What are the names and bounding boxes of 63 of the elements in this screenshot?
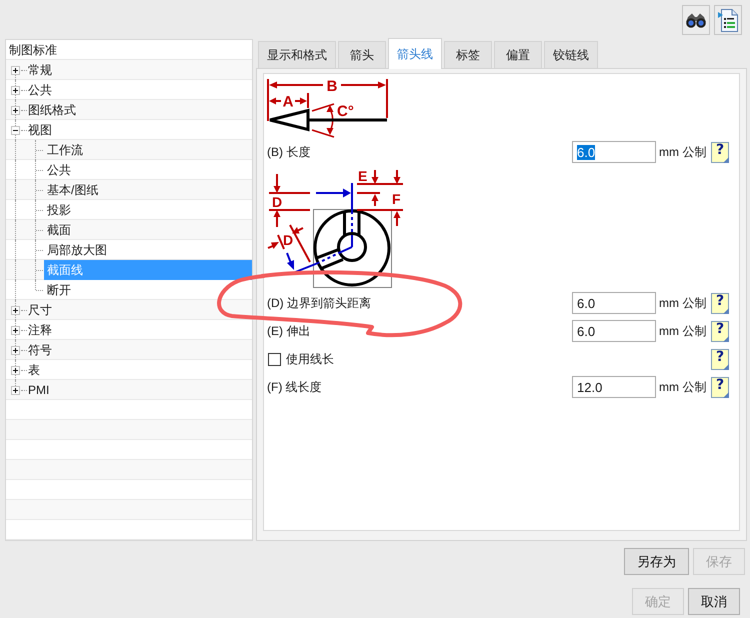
unit-label: mm 公制	[659, 378, 707, 396]
dimension-label: F	[392, 191, 401, 207]
dimension-label: C°	[337, 103, 354, 120]
help-button[interactable]: ?	[711, 320, 729, 342]
tree-item[interactable]: 断开	[44, 280, 252, 300]
tree-item[interactable]: 基本/图纸	[44, 180, 252, 200]
expand-icon[interactable]	[11, 66, 20, 74]
binoculars-icon	[685, 12, 707, 28]
tree-item[interactable]: 常规	[28, 60, 252, 80]
expand-icon[interactable]	[11, 106, 20, 114]
tree-item[interactable]: 表	[28, 360, 252, 380]
checkbox-label: 使用线长	[286, 350, 335, 368]
field-label: (E) 伸出	[267, 322, 312, 340]
tree-item[interactable]: 公共	[44, 160, 252, 180]
tab[interactable]: 箭头	[338, 41, 386, 68]
tree-item[interactable]: 公共	[28, 80, 252, 100]
toolbar-button[interactable]	[714, 5, 742, 35]
expand-icon[interactable]	[11, 326, 20, 334]
tree-item[interactable]: 尺寸	[28, 300, 252, 320]
field-label: (F) 线长度	[267, 378, 323, 396]
tree-item[interactable]: 投影	[44, 200, 252, 220]
tree-item[interactable]: 工作流	[44, 140, 252, 160]
tree-item[interactable]: 图纸格式	[28, 100, 252, 120]
unit-label: mm 公制	[659, 294, 707, 312]
field-label: (D) 边界到箭头距离	[267, 294, 372, 312]
tree-item[interactable]: 局部放大图	[44, 240, 252, 260]
tab[interactable]: 铰链线	[544, 41, 598, 68]
help-button[interactable]: ?	[711, 142, 729, 162]
dimension-label: D	[283, 232, 294, 248]
help-button[interactable]: ?	[711, 348, 729, 370]
number-field[interactable]: 12.0	[572, 376, 656, 398]
expand-icon[interactable]	[11, 386, 20, 394]
checkbox[interactable]	[268, 352, 281, 366]
tree-item[interactable]: 截面	[44, 220, 252, 240]
dimension-label: D	[272, 194, 282, 210]
tab[interactable]: 显示和格式	[258, 41, 336, 68]
expand-icon[interactable]	[11, 366, 20, 374]
expand-icon[interactable]	[11, 346, 20, 354]
dimension-label: B	[326, 78, 338, 95]
tree-item[interactable]: 注释	[28, 320, 252, 340]
expand-icon[interactable]	[11, 86, 20, 94]
unit-label: mm 公制	[659, 322, 707, 340]
collapse-icon[interactable]	[11, 126, 20, 134]
number-field[interactable]: 6.0	[572, 292, 656, 314]
dimension-label: A	[282, 94, 294, 110]
number-field[interactable]: 6.0	[572, 141, 656, 163]
field-label: (B) 长度	[267, 144, 312, 160]
help-button[interactable]: ?	[711, 292, 729, 314]
expand-icon[interactable]	[11, 306, 20, 314]
tree-item[interactable]: PMI	[28, 380, 252, 400]
dimension-label: E	[358, 168, 368, 184]
document-list-icon	[718, 8, 738, 32]
tree-item[interactable]: 视图	[28, 120, 252, 140]
toolbar-button[interactable]	[682, 5, 710, 35]
tab[interactable]: 箭头线	[388, 38, 442, 69]
unit-label: mm 公制	[659, 144, 707, 160]
help-button[interactable]: ?	[711, 376, 729, 398]
tree-item[interactable]: 符号	[28, 340, 252, 360]
dialog-button[interactable]: 另存为	[624, 548, 689, 575]
tab[interactable]: 标签	[444, 41, 492, 68]
tab[interactable]: 偏置	[494, 41, 542, 68]
dialog-button[interactable]: 取消	[688, 588, 740, 615]
number-field[interactable]: 6.0	[572, 320, 656, 342]
